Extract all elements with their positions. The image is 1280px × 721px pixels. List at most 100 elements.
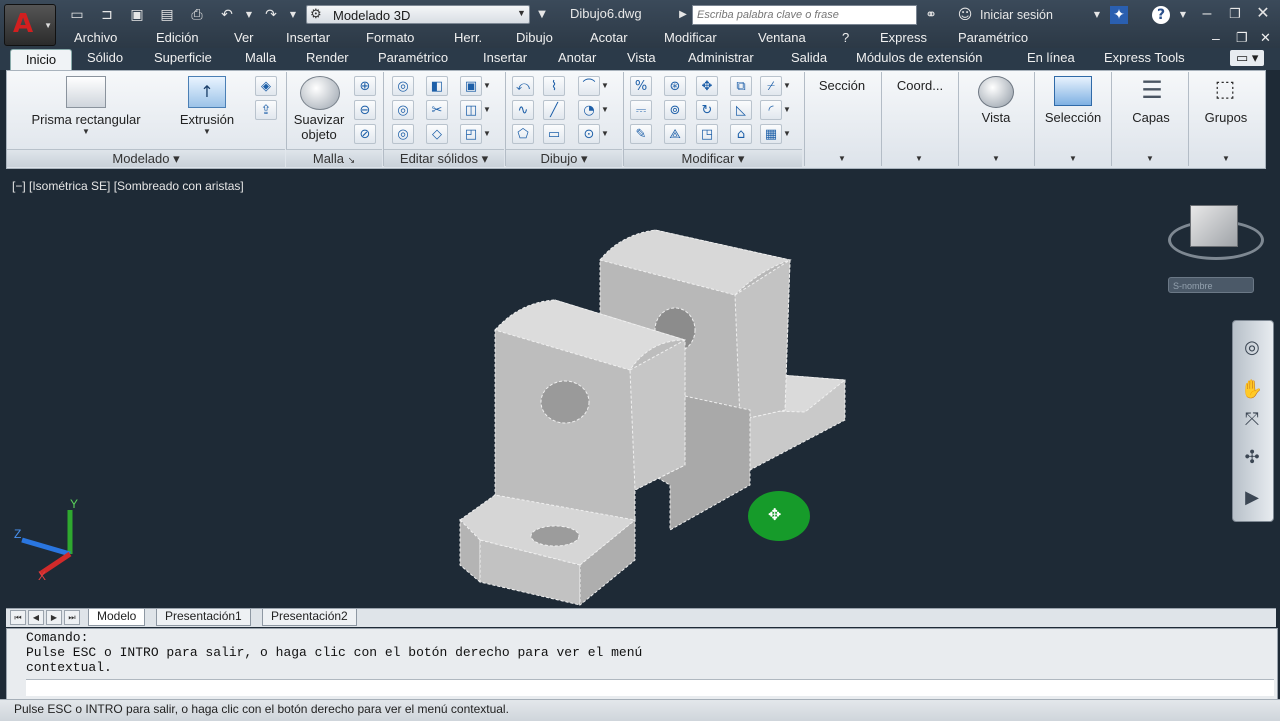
chevron-down-icon[interactable]: ▼ — [782, 100, 792, 120]
chevron-down-icon[interactable]: ▼ — [782, 124, 792, 144]
menu-help[interactable]: ? — [842, 30, 849, 45]
coord-panel-button[interactable]: Coord... — [884, 78, 956, 93]
restore-window-button[interactable]: ❐ — [1222, 4, 1248, 24]
panel-malla-title[interactable]: Malla ↘ — [286, 149, 382, 167]
mesh-smooth-less-icon[interactable]: ⊖ — [354, 100, 376, 120]
tab-solido[interactable]: Sólido — [87, 50, 123, 65]
chevron-down-icon[interactable]: ▼ — [838, 154, 846, 163]
tab-salida[interactable]: Salida — [791, 50, 827, 65]
tab-express-tools[interactable]: Express Tools — [1104, 50, 1185, 65]
menu-insertar[interactable]: Insertar — [286, 30, 330, 45]
hatch-icon[interactable]: ⌂ — [730, 124, 752, 144]
menu-modificar[interactable]: Modificar — [664, 30, 717, 45]
binoculars-icon[interactable]: ⚭ — [922, 6, 940, 24]
panel-editar-solidos-title[interactable]: Editar sólidos ▾ — [384, 149, 504, 167]
print-icon[interactable]: ⎙ — [188, 6, 206, 24]
minimize-drawing-button[interactable]: – — [1212, 30, 1220, 46]
application-menu-button[interactable]: A ▼ — [4, 4, 56, 46]
ribbon-minimize-icon[interactable]: ▭ ▾ — [1230, 50, 1265, 66]
3d-mirror-icon[interactable]: ⟁ — [664, 124, 686, 144]
orbit-icon[interactable]: ✣ — [1240, 446, 1264, 470]
help-icon[interactable]: ? — [1152, 6, 1170, 24]
tab-modelo[interactable]: Modelo — [88, 609, 146, 626]
polysolid-icon[interactable]: ◈ — [255, 76, 277, 96]
extract-edges-icon[interactable]: ◧ — [426, 76, 448, 96]
next-tab-icon[interactable]: ▶ — [46, 610, 62, 625]
restore-drawing-button[interactable]: ❐ — [1236, 30, 1248, 46]
chevron-down-icon[interactable]: ▼ — [1222, 154, 1230, 163]
percent-icon[interactable]: % — [630, 76, 652, 96]
exchange-icon[interactable]: ✦ — [1110, 6, 1128, 24]
menu-formato[interactable]: Formato — [366, 30, 414, 45]
close-drawing-button[interactable]: ✕ — [1260, 30, 1271, 46]
fillet-icon[interactable]: ◜ — [760, 100, 782, 120]
redo-dropdown-icon[interactable]: ▼ — [284, 6, 302, 24]
zoom-extents-icon[interactable]: ⤧ — [1240, 408, 1264, 432]
tab-superficie[interactable]: Superficie — [154, 50, 212, 65]
menu-acotar[interactable]: Acotar — [590, 30, 628, 45]
workspace-dropdown[interactable]: Modelado 3D — [306, 5, 530, 24]
arc-icon[interactable]: ⌒ — [578, 76, 600, 96]
grupos-panel-button[interactable]: Grupos — [1192, 110, 1260, 125]
open-folder-icon[interactable]: ⊐ — [98, 6, 116, 24]
login-dropdown-icon[interactable]: ▼ — [1088, 6, 1106, 24]
save-icon[interactable]: ▣ — [128, 6, 146, 24]
3d-rotate-icon[interactable]: ⊛ — [664, 76, 686, 96]
menu-dibujo[interactable]: Dibujo — [516, 30, 553, 45]
3d-array-icon[interactable]: ⊚ — [664, 100, 686, 120]
chevron-down-icon[interactable]: ▼ — [992, 154, 1000, 163]
tab-presentacion2[interactable]: Presentación2 — [262, 609, 357, 626]
tab-presentacion1[interactable]: Presentación1 — [156, 609, 251, 626]
command-line-input[interactable] — [26, 679, 1274, 696]
login-link[interactable]: Iniciar sesión — [980, 8, 1053, 22]
shell-icon[interactable]: ◰ — [460, 124, 482, 144]
tab-inicio[interactable]: Inicio — [10, 49, 72, 72]
chevron-down-icon[interactable]: ▼ — [482, 124, 492, 144]
customize-toolbar-icon[interactable]: ▼ — [533, 6, 551, 24]
tab-en-linea[interactable]: En línea — [1027, 50, 1075, 65]
undo-dropdown-icon[interactable]: ▼ — [240, 6, 258, 24]
spline-icon[interactable]: ∿ — [512, 100, 534, 120]
new-file-icon[interactable]: ▭ — [68, 6, 86, 24]
match-properties-icon[interactable]: ✎ — [630, 124, 652, 144]
array-icon[interactable]: ▦ — [760, 124, 782, 144]
wcs-menu-button[interactable]: S-nombre — [1168, 277, 1254, 293]
scale-icon[interactable]: ◳ — [696, 124, 718, 144]
last-tab-icon[interactable]: ⏭ — [64, 610, 80, 625]
seleccion-panel-button[interactable]: Selección — [1038, 110, 1108, 125]
stretch-icon[interactable]: ◺ — [730, 100, 752, 120]
chevron-down-icon[interactable]: ▼ — [600, 76, 610, 96]
menu-herr[interactable]: Herr. — [454, 30, 482, 45]
pan-hand-icon[interactable]: ✋ — [1240, 378, 1264, 402]
vista-panel-button[interactable]: Vista — [962, 110, 1030, 125]
chevron-down-icon[interactable]: ▼ — [482, 76, 492, 96]
chevron-down-icon[interactable]: ▼ — [1069, 154, 1077, 163]
seccion-panel-button[interactable]: Sección — [808, 78, 876, 93]
tab-parametrico[interactable]: Paramétrico — [378, 50, 448, 65]
3d-model[interactable] — [440, 220, 860, 615]
tab-insertar[interactable]: Insertar — [483, 50, 527, 65]
menu-express[interactable]: Express — [880, 30, 927, 45]
rotate-icon[interactable]: ↻ — [696, 100, 718, 120]
menu-archivo[interactable]: Archivo — [74, 30, 117, 45]
chevron-down-icon[interactable]: ▼ — [1146, 154, 1154, 163]
first-tab-icon[interactable]: ⏮ — [10, 610, 26, 625]
panel-modelado-title[interactable]: Modelado ▾ — [7, 149, 285, 167]
capas-panel-button[interactable]: Capas — [1116, 110, 1186, 125]
prisma-rectangular-button[interactable]: Prisma rectangular — [18, 112, 154, 127]
extrude-faces-icon[interactable]: ▣ — [460, 76, 482, 96]
search-input[interactable] — [692, 5, 917, 25]
align-icon[interactable]: ⎓ — [630, 100, 652, 120]
panel-modificar-title[interactable]: Modificar ▾ — [624, 149, 802, 167]
tab-render[interactable]: Render — [306, 50, 349, 65]
help-dropdown-icon[interactable]: ▼ — [1174, 6, 1192, 24]
steering-wheel-icon[interactable]: ◎ — [1240, 336, 1264, 360]
suavizar-objeto-line2[interactable]: objeto — [288, 127, 350, 142]
previous-tab-icon[interactable]: ◀ — [28, 610, 44, 625]
redo-icon[interactable]: ↷ — [262, 6, 280, 24]
tab-modulos-extension[interactable]: Módulos de extensión — [856, 50, 982, 65]
trim-icon[interactable]: ⌿ — [760, 76, 782, 96]
line-icon[interactable]: ╱ — [543, 100, 565, 120]
expand-arrow-icon[interactable]: ▶ — [674, 6, 692, 24]
menu-ventana[interactable]: Ventana — [758, 30, 806, 45]
